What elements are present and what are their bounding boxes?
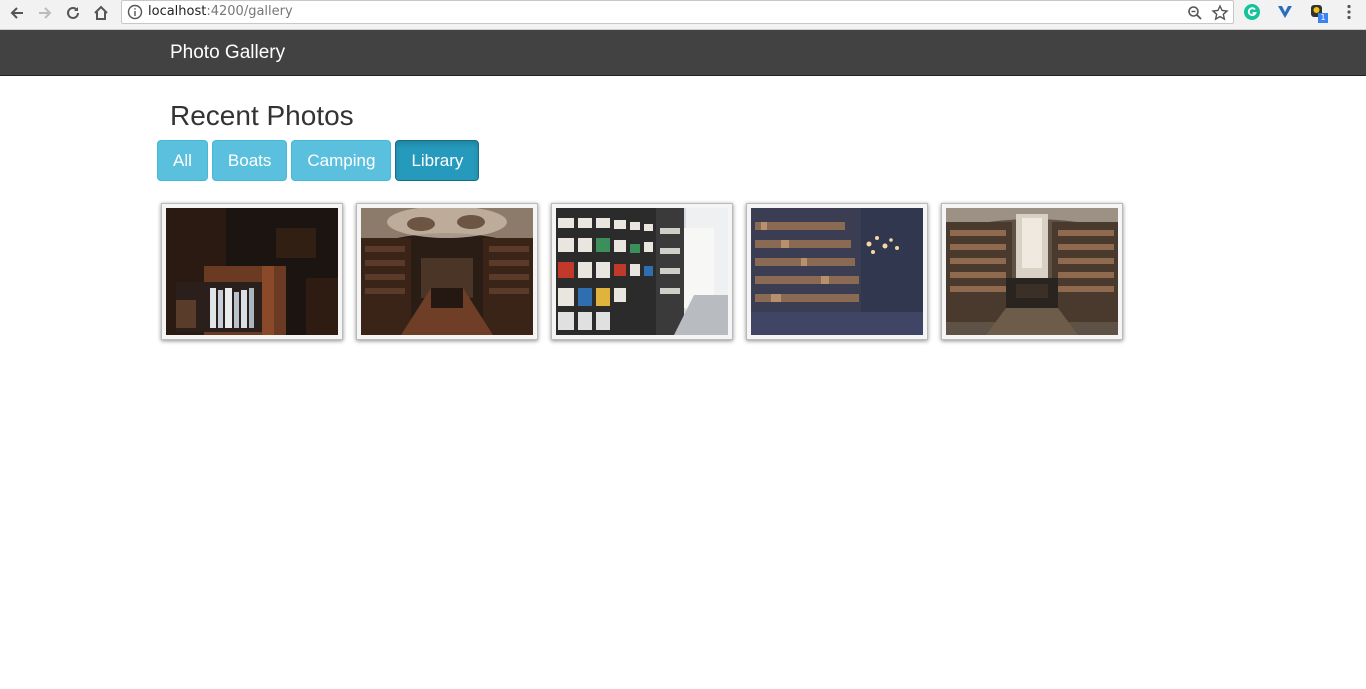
filter-all-button[interactable]: All <box>157 140 208 181</box>
filter-library-button[interactable]: Library <box>395 140 480 181</box>
zoom-icon[interactable] <box>1186 4 1204 22</box>
url-text[interactable]: localhost:4200/gallery <box>148 4 293 20</box>
page-title: Recent Photos <box>170 100 354 131</box>
library-photo-image <box>946 208 1118 335</box>
info-icon[interactable] <box>127 4 143 20</box>
home-icon[interactable] <box>88 2 114 24</box>
reload-icon[interactable] <box>60 2 86 24</box>
photo-thumbnail[interactable] <box>161 203 343 340</box>
back-icon[interactable] <box>4 2 30 24</box>
address-bar[interactable]: localhost:4200/gallery <box>121 0 1234 24</box>
library-photo-image <box>166 208 338 335</box>
library-photo-image <box>556 208 728 335</box>
app-navbar: Photo Gallery <box>0 30 1366 76</box>
grammarly-icon[interactable] <box>1243 3 1261 21</box>
library-photo-image <box>361 208 533 335</box>
star-icon[interactable] <box>1211 4 1229 22</box>
brand-link[interactable]: Photo Gallery <box>170 42 285 64</box>
url-host: localhost <box>148 4 207 19</box>
photo-thumbnail[interactable] <box>746 203 928 340</box>
filter-buttons: All Boats Camping Library <box>157 140 480 181</box>
menu-icon[interactable] <box>1340 3 1358 21</box>
filter-boats-button[interactable]: Boats <box>211 140 288 181</box>
photo-thumbnail[interactable] <box>941 203 1123 340</box>
library-photo-image <box>751 208 923 335</box>
photo-thumbnail[interactable] <box>551 203 733 340</box>
photo-gallery <box>161 203 1123 340</box>
photo-thumbnail[interactable] <box>356 203 538 340</box>
filter-camping-button[interactable]: Camping <box>291 140 392 181</box>
browser-toolbar: localhost:4200/gallery 1 <box>0 0 1366 30</box>
extension-badge: 1 <box>1318 13 1328 23</box>
url-path: :4200/gallery <box>206 4 293 19</box>
vimium-icon[interactable] <box>1276 3 1294 21</box>
forward-icon[interactable] <box>32 2 58 24</box>
extension-icon[interactable]: 1 <box>1309 3 1328 23</box>
